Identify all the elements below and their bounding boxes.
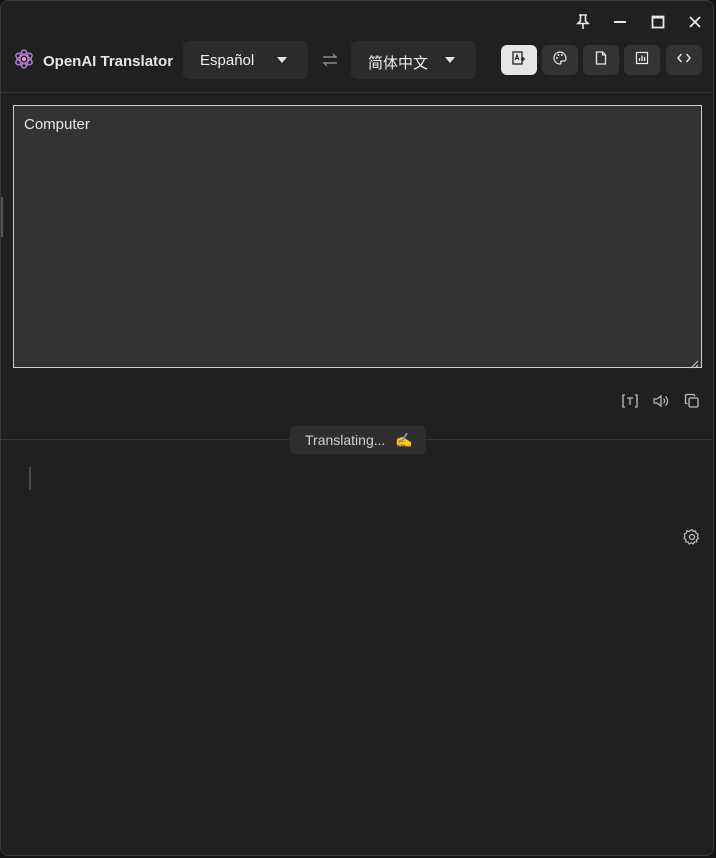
ocr-text-button[interactable] [620, 393, 640, 413]
swap-languages-icon[interactable] [321, 51, 339, 69]
chevron-down-icon [445, 57, 455, 63]
resize-handle[interactable] [1, 197, 3, 237]
document-icon [595, 50, 607, 70]
source-language-select[interactable]: Español [183, 41, 308, 79]
image-translate-button[interactable] [501, 45, 537, 75]
image-translate-icon [512, 50, 526, 70]
ocr-text-icon [621, 393, 639, 414]
source-text-input[interactable]: Computer [13, 105, 702, 368]
chevron-down-icon [277, 57, 287, 63]
target-language-select[interactable]: 简体中文 [351, 41, 476, 79]
openai-logo-icon [13, 48, 35, 75]
speak-button[interactable] [651, 393, 671, 413]
copy-icon [684, 393, 700, 414]
speaker-icon [652, 393, 670, 414]
palette-icon [553, 50, 567, 70]
translating-status: Translating... ✍️ [290, 426, 426, 454]
pin-icon[interactable] [572, 11, 594, 33]
code-icon [677, 51, 691, 69]
theme-button[interactable] [542, 45, 578, 75]
resize-grip-icon[interactable] [689, 356, 699, 369]
developer-button[interactable] [666, 45, 702, 75]
history-button[interactable] [624, 45, 660, 75]
document-button[interactable] [583, 45, 619, 75]
target-language-label: 简体中文 [368, 55, 429, 72]
close-icon[interactable] [684, 11, 706, 33]
output-caret [29, 467, 31, 490]
brand: OpenAI Translator [13, 48, 174, 75]
chart-icon [635, 51, 649, 70]
app-window: OpenAI Translator Español 简体中文 Computer … [0, 0, 714, 856]
app-title: OpenAI Translator [43, 52, 174, 70]
maximize-icon[interactable] [647, 11, 669, 33]
settings-button[interactable] [683, 528, 701, 546]
copy-button[interactable] [682, 393, 702, 413]
header: OpenAI Translator Español 简体中文 [1, 39, 713, 83]
status-text: Translating... [305, 432, 386, 448]
gear-icon [683, 528, 701, 550]
minimize-icon[interactable] [609, 11, 631, 33]
header-divider [1, 92, 713, 93]
writing-hand-icon: ✍️ [395, 431, 413, 448]
source-language-label: Español [200, 52, 255, 69]
